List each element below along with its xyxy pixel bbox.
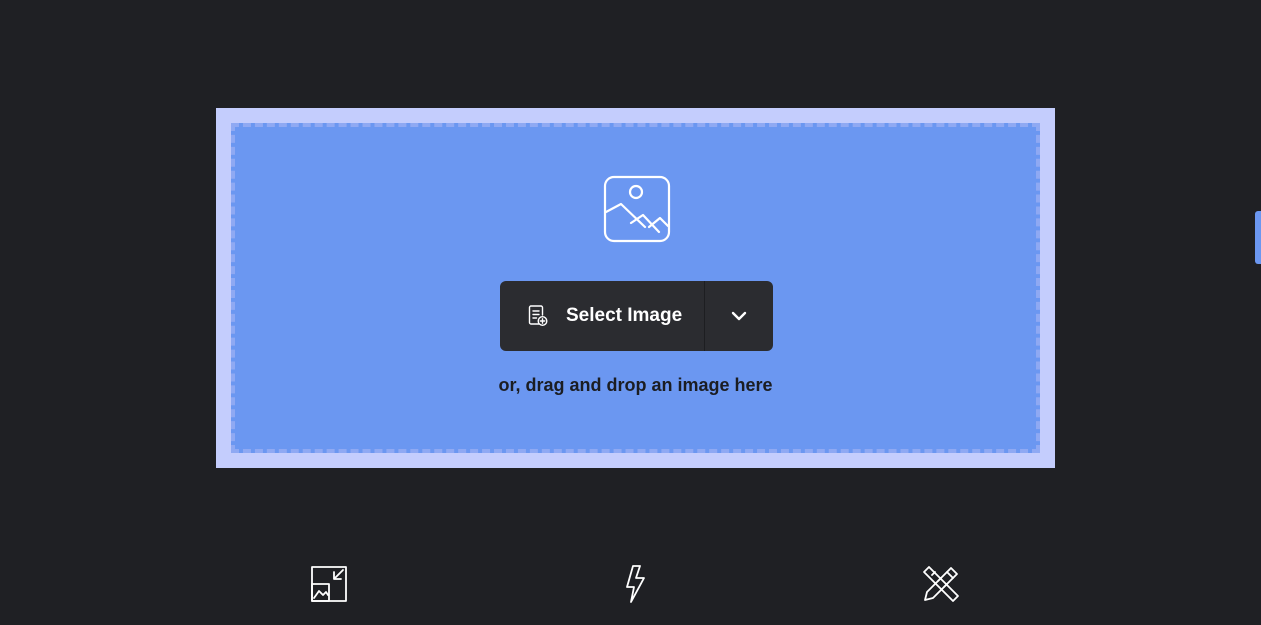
- chevron-down-icon: [731, 311, 747, 321]
- image-icon: [603, 175, 671, 243]
- upload-panel: Select Image or, drag and drop an image …: [216, 108, 1055, 468]
- lightning-icon: [626, 565, 645, 603]
- side-tab[interactable]: [1255, 211, 1261, 264]
- pencil-ruler-icon: [923, 566, 959, 602]
- source-dropdown-button[interactable]: [705, 281, 773, 351]
- file-add-icon: [528, 305, 548, 327]
- select-image-label: Select Image: [566, 305, 683, 326]
- drop-hint-text: or, drag and drop an image here: [498, 375, 773, 395]
- resize-icon: [311, 566, 347, 602]
- page: Select Image or, drag and drop an image …: [0, 0, 1261, 625]
- drop-zone[interactable]: Select Image or, drag and drop an image …: [231, 123, 1040, 453]
- select-image-button[interactable]: Select Image: [500, 281, 704, 351]
- select-image-button-group: Select Image: [500, 281, 773, 351]
